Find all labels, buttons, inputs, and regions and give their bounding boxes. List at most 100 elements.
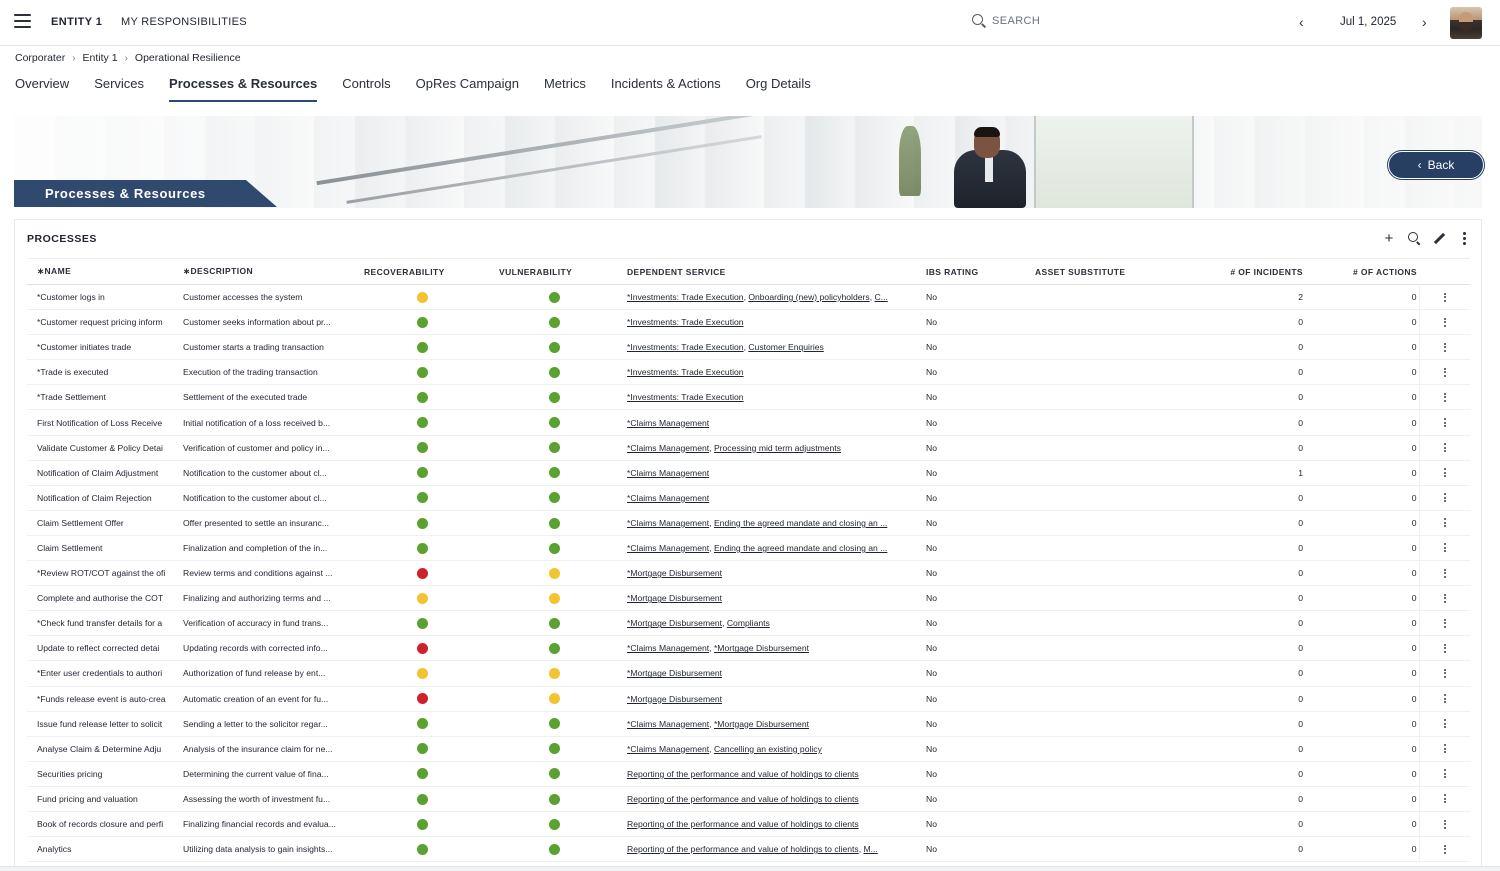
menu-icon[interactable] xyxy=(14,14,31,28)
table-row[interactable]: Claim Settlement Offer Offer presented to… xyxy=(27,510,1470,536)
row-more-icon[interactable] xyxy=(1443,517,1446,529)
process-name[interactable]: Complete and authorise the COT xyxy=(27,586,183,611)
date-prev-button[interactable]: ‹ xyxy=(1299,14,1304,30)
column-header-recoverability[interactable]: RECOVERABILITY xyxy=(364,259,499,285)
process-name[interactable]: *Customer initiates trade xyxy=(27,335,183,360)
row-more-icon[interactable] xyxy=(1443,291,1446,303)
tab-processes-resources[interactable]: Processes & Resources xyxy=(169,76,318,102)
row-more-icon[interactable] xyxy=(1443,442,1446,454)
process-name[interactable]: *Funds release event is auto-crea xyxy=(27,686,183,711)
process-name[interactable]: Notification of Claim Adjustment xyxy=(27,460,183,485)
column-header-actions[interactable]: # OF ACTIONS xyxy=(1305,259,1419,285)
table-row[interactable]: Book of records closure and perfi Finaliz… xyxy=(27,811,1470,837)
dependent-service-link[interactable]: C... xyxy=(874,292,887,302)
row-more-icon[interactable] xyxy=(1443,793,1446,805)
dependent-service-link[interactable]: *Claims Management xyxy=(627,418,709,428)
table-row[interactable]: Notification of Claim Rejection Notificat… xyxy=(27,485,1470,511)
row-more-icon[interactable] xyxy=(1443,542,1446,554)
table-row[interactable]: *Funds release event is auto-crea Automat… xyxy=(27,686,1470,712)
column-header-name[interactable]: ∗NAME xyxy=(27,259,183,285)
dependent-service-link[interactable]: *Claims Management xyxy=(627,443,709,453)
table-row[interactable]: Issue fund release letter to solicit Send… xyxy=(27,711,1470,737)
process-name[interactable]: Validate Customer & Policy Detai xyxy=(27,435,183,460)
table-row[interactable]: *Trade Settlement Settlement of the execu… xyxy=(27,384,1470,410)
tab-incidents-actions[interactable]: Incidents & Actions xyxy=(611,76,721,102)
process-name[interactable]: *Review ROT/COT against the ofi xyxy=(27,561,183,586)
dependent-service-link[interactable]: *Investments: Trade Execution xyxy=(627,342,744,352)
tab-metrics[interactable]: Metrics xyxy=(544,76,586,102)
process-name[interactable]: Claim Settlement xyxy=(27,535,183,560)
row-more-icon[interactable] xyxy=(1443,391,1446,403)
dependent-service-link[interactable]: Ending the agreed mandate and closing an… xyxy=(714,543,887,553)
date-next-button[interactable]: › xyxy=(1422,14,1427,30)
process-name[interactable]: Fund pricing and valuation xyxy=(27,786,183,811)
row-more-icon[interactable] xyxy=(1443,592,1446,604)
dependent-service-link[interactable]: *Claims Management xyxy=(627,643,709,653)
dependent-service-link[interactable]: Reporting of the performance and value o… xyxy=(627,844,859,854)
tab-org-details[interactable]: Org Details xyxy=(746,76,811,102)
dependent-service-link[interactable]: M... xyxy=(863,844,877,854)
dependent-service-link[interactable]: Reporting of the performance and value o… xyxy=(627,819,859,829)
process-name[interactable]: First Notification of Loss Receive xyxy=(27,410,183,435)
table-row[interactable]: Complete and authorise the COT Finalizing… xyxy=(27,585,1470,611)
table-row[interactable]: *Enter user credentials to authori Author… xyxy=(27,660,1470,686)
column-header-ibs-rating[interactable]: IBS RATING xyxy=(926,259,1035,285)
process-name[interactable]: Securities pricing xyxy=(27,761,183,786)
table-row[interactable]: *Check fund transfer details for a Verifi… xyxy=(27,610,1470,636)
breadcrumb-item-corporater[interactable]: Corporater xyxy=(15,52,65,64)
process-name[interactable]: Update to reflect corrected detai xyxy=(27,636,183,661)
row-more-icon[interactable] xyxy=(1443,567,1446,579)
tab-overview[interactable]: Overview xyxy=(15,76,69,102)
dependent-service-link[interactable]: Reporting of the performance and value o… xyxy=(627,769,859,779)
dependent-service-link[interactable]: Reporting of the performance and value o… xyxy=(627,794,859,804)
entity-selector[interactable]: ENTITY 1 xyxy=(51,16,102,28)
row-more-icon[interactable] xyxy=(1443,693,1446,705)
dependent-service-link[interactable]: *Mortgage Disbursement xyxy=(627,568,722,578)
table-row[interactable]: *Customer request pricing inform Customer… xyxy=(27,309,1470,335)
row-more-icon[interactable] xyxy=(1443,818,1446,830)
process-name[interactable]: Analyse Claim & Determine Adju xyxy=(27,736,183,761)
row-more-icon[interactable] xyxy=(1443,316,1446,328)
process-name[interactable]: Analytics xyxy=(27,837,183,862)
column-header-asset-substitute[interactable]: ASSET SUBSTITUTE xyxy=(1035,259,1187,285)
my-responsibilities-link[interactable]: MY RESPONSIBILITIES xyxy=(121,16,247,28)
row-more-icon[interactable] xyxy=(1443,768,1446,780)
edit-icon[interactable] xyxy=(1432,230,1446,246)
avatar[interactable] xyxy=(1450,7,1482,39)
table-row[interactable]: *Customer logs in Customer accesses the s… xyxy=(27,284,1470,310)
column-header-dependent-service[interactable]: DEPENDENT SERVICE xyxy=(627,259,926,285)
table-row[interactable]: Validate Customer & Policy Detai Verifica… xyxy=(27,435,1470,461)
process-name[interactable]: *Customer logs in xyxy=(27,285,183,310)
dependent-service-link[interactable]: *Investments: Trade Execution xyxy=(627,317,744,327)
dependent-service-link[interactable]: Processing mid term adjustments xyxy=(714,443,841,453)
row-more-icon[interactable] xyxy=(1443,366,1446,378)
dependent-service-link[interactable]: Onboarding (new) policyholders xyxy=(748,292,869,302)
dependent-service-link[interactable]: Customer Enquiries xyxy=(748,342,823,352)
tab-opres-campaign[interactable]: OpRes Campaign xyxy=(416,76,519,102)
tab-controls[interactable]: Controls xyxy=(342,76,390,102)
dependent-service-link[interactable]: *Investments: Trade Execution xyxy=(627,367,744,377)
row-more-icon[interactable] xyxy=(1443,642,1446,654)
dependent-service-link[interactable]: *Investments: Trade Execution xyxy=(627,292,744,302)
table-row[interactable]: First Notification of Loss Receive Initia… xyxy=(27,409,1470,436)
table-row[interactable]: Update to reflect corrected detai Updatin… xyxy=(27,635,1470,661)
row-more-icon[interactable] xyxy=(1443,341,1446,353)
row-more-icon[interactable] xyxy=(1443,843,1446,855)
back-button[interactable]: ‹ Back xyxy=(1388,151,1484,179)
row-more-icon[interactable] xyxy=(1443,667,1446,679)
tab-services[interactable]: Services xyxy=(94,76,144,102)
process-name[interactable]: *Trade is executed xyxy=(27,360,183,385)
dependent-service-link[interactable]: *Claims Management xyxy=(627,543,709,553)
dependent-service-link[interactable]: *Mortgage Disbursement xyxy=(627,593,722,603)
more-options-icon[interactable] xyxy=(1457,230,1471,246)
add-icon[interactable]: + xyxy=(1382,230,1396,247)
process-name[interactable]: Notification of Claim Rejection xyxy=(27,485,183,510)
dependent-service-link[interactable]: *Claims Management xyxy=(627,493,709,503)
process-name[interactable]: Claim Settlement Offer xyxy=(27,510,183,535)
column-header-vulnerability[interactable]: VULNERABILITY xyxy=(499,259,627,285)
table-row[interactable]: Notification of Claim Adjustment Notifica… xyxy=(27,460,1470,486)
dependent-service-link[interactable]: *Mortgage Disbursement xyxy=(714,719,809,729)
process-name[interactable]: Book of records closure and perfi xyxy=(27,811,183,836)
dependent-service-link[interactable]: *Mortgage Disbursement xyxy=(627,694,722,704)
dependent-service-link[interactable]: Cancelling an existing policy xyxy=(714,744,822,754)
